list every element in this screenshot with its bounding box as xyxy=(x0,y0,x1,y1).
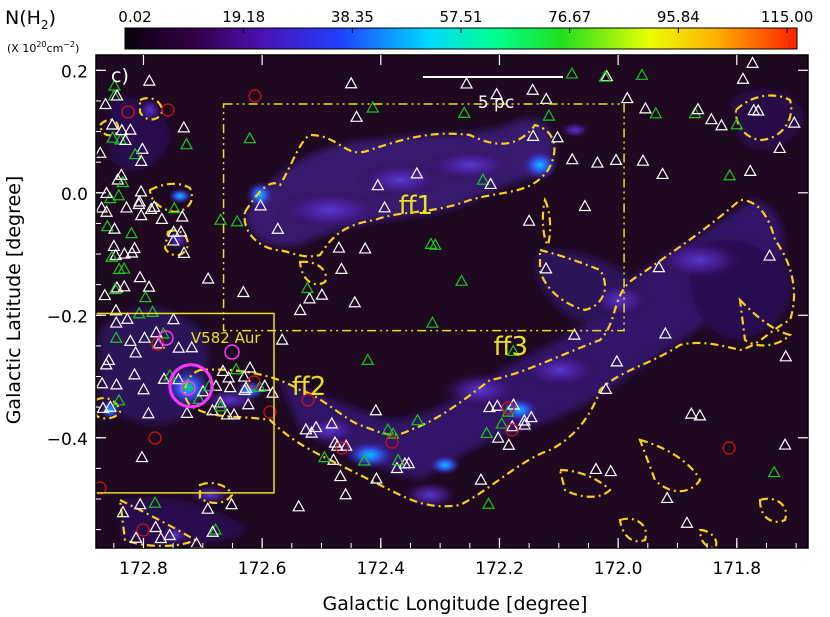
y-axis-label: Galactic Latitude [degree] xyxy=(3,176,25,425)
scale-bar-label: 5 pc xyxy=(478,93,514,113)
figure: 0.02 19.18 38.35 57.51 76.67 95.84 115.00 N(H2… xyxy=(3,7,813,615)
annotation-ff1: ff1 xyxy=(399,191,433,221)
colorbar-tick-label: 19.18 xyxy=(222,8,265,26)
x-axis-label: Galactic Longitude [degree] xyxy=(323,593,588,615)
x-tick-label: 172.6 xyxy=(238,559,287,579)
y-tick-label: 0.0 xyxy=(61,185,88,205)
x-tick-label: 172.4 xyxy=(356,559,405,579)
colorbar: 0.02 19.18 38.35 57.51 76.67 95.84 115.00 N(H2… xyxy=(5,7,813,55)
panel-label: c) xyxy=(111,65,129,87)
colorbar-tick-label: 115.00 xyxy=(761,8,814,26)
annotation-ff3: ff3 xyxy=(494,332,528,362)
colorbar-tick-label: 76.67 xyxy=(548,8,591,26)
y-tick-label: −0.2 xyxy=(47,307,88,327)
annotation-v582-aur: V582 Aur xyxy=(191,329,261,347)
colorbar-title: N(H2) xyxy=(5,7,56,32)
colorbar-tick-label: 57.51 xyxy=(440,8,483,26)
colorbar-tick-label: 0.02 xyxy=(118,8,151,26)
x-tick-label: 171.8 xyxy=(712,559,761,579)
x-tick-label: 172.0 xyxy=(594,559,643,579)
colorbar-units: (X 1020cm−2) xyxy=(7,40,79,55)
y-tick-label: 0.2 xyxy=(61,62,88,82)
colorbar-tick-label: 95.84 xyxy=(657,8,700,26)
annotation-ff2: ff2 xyxy=(292,372,326,402)
colorbar-tick-label: 38.35 xyxy=(331,8,374,26)
x-tick-label: 172.2 xyxy=(475,559,524,579)
y-tick-label: −0.4 xyxy=(47,430,88,450)
plot-area: 5 pc c) ff1 ff2 ff3 V582 Aur 172.8 172.6 172.… xyxy=(47,54,809,579)
x-tick-label: 172.8 xyxy=(119,559,168,579)
